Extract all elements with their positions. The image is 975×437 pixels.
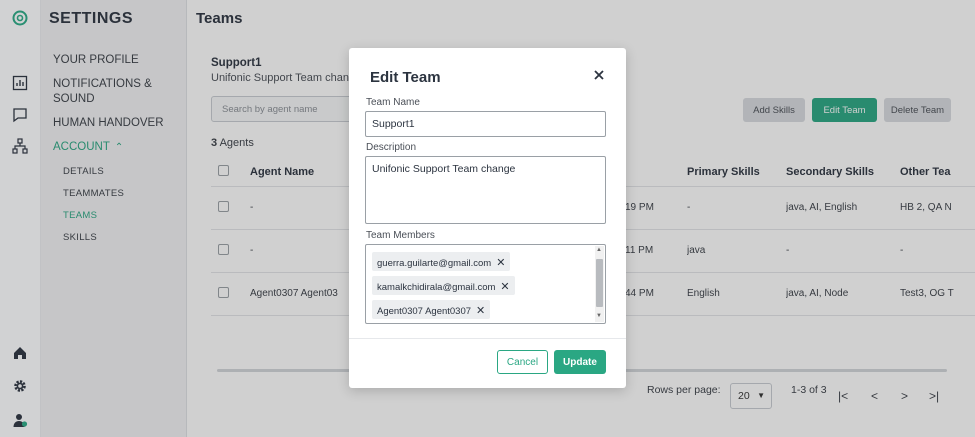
scroll-down-icon[interactable]: ▼ [596, 313, 602, 319]
team-name-label: Team Name [366, 97, 420, 108]
description-textarea[interactable]: Unifonic Support Team change [365, 156, 606, 224]
description-label: Description [366, 142, 417, 153]
member-chip-label: guerra.guilarte@gmail.com [377, 258, 492, 269]
remove-member-icon[interactable]: ✕ [500, 281, 509, 293]
update-button[interactable]: Update [554, 350, 606, 374]
scrollbar-thumb[interactable] [596, 259, 603, 307]
member-chip: Agent0307 Agent0307 ✕ [372, 300, 491, 319]
team-name-input[interactable]: Support1 [365, 111, 606, 137]
edit-team-modal: Edit Team Team Name Support1 Description… [349, 48, 626, 388]
member-chip: guerra.guilarte@gmail.com ✕ [372, 252, 511, 271]
close-icon[interactable] [592, 68, 606, 82]
members-scrollbar[interactable]: ▲ ▼ [595, 246, 604, 322]
team-members-label: Team Members [366, 230, 435, 241]
remove-member-icon[interactable]: ✕ [496, 257, 505, 269]
scroll-up-icon[interactable]: ▲ [596, 247, 602, 253]
member-chip: kamalkchidirala@gmail.com ✕ [372, 276, 515, 295]
cancel-button[interactable]: Cancel [497, 350, 548, 374]
member-chip-label: Agent0307 Agent0307 [377, 306, 472, 317]
modal-title: Edit Team [370, 69, 441, 86]
member-chip-label: kamalkchidirala@gmail.com [377, 282, 496, 293]
rail-overlay [0, 0, 41, 437]
remove-member-icon[interactable]: ✕ [476, 305, 485, 317]
team-members-field[interactable]: guerra.guilarte@gmail.com ✕ kamalkchidira… [365, 244, 606, 324]
modal-divider [349, 338, 626, 339]
